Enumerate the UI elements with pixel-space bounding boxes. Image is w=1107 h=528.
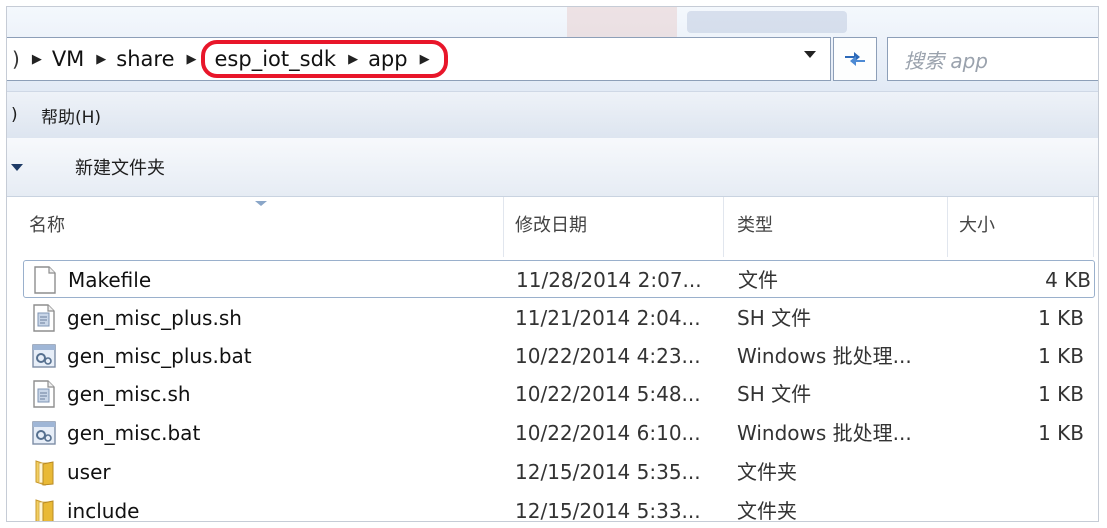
file-size: 1 KB [1038, 306, 1084, 330]
table-row[interactable]: gen_misc.bat 10/22/2014 6:10... Windows … [7, 414, 1098, 452]
folder-icon [35, 499, 54, 521]
file-name: include [67, 499, 140, 522]
menu-overflow: ) [11, 105, 18, 125]
watermark-logo [567, 7, 677, 41]
chevron-right-icon[interactable]: ▶ [420, 52, 430, 67]
file-name: Makefile [68, 268, 152, 292]
header-name[interactable]: 名称 [29, 197, 65, 257]
file-type: 文件夹 [737, 460, 797, 484]
address-bar[interactable]: ) ▶ VM ▶ share ▶ esp_iot_sdk ▶ app ▶ [7, 37, 831, 81]
refresh-icon [845, 52, 865, 66]
table-row[interactable]: gen_misc_plus.sh 11/21/2014 2:04... SH 文… [7, 299, 1098, 337]
chevron-right-icon[interactable]: ▶ [187, 52, 197, 67]
batch-file-icon [32, 421, 56, 445]
file-size: 4 KB [1045, 268, 1091, 292]
file-type: 文件夹 [737, 499, 797, 522]
batch-file-icon [32, 344, 56, 368]
table-row[interactable]: include 12/15/2014 5:33... 文件夹 [7, 492, 1098, 522]
chevron-right-icon[interactable]: ▶ [348, 52, 358, 67]
column-divider[interactable] [1093, 197, 1094, 257]
search-input[interactable]: 搜索 app [887, 37, 1098, 81]
column-divider[interactable] [947, 197, 948, 257]
file-type: SH 文件 [737, 306, 812, 330]
file-date: 10/22/2014 6:10... [515, 421, 701, 445]
header-type[interactable]: 类型 [737, 197, 773, 257]
file-date: 10/22/2014 4:23... [515, 344, 701, 368]
table-row[interactable]: gen_misc.sh 10/22/2014 5:48... SH 文件 1 K… [7, 375, 1098, 413]
refresh-button[interactable] [833, 37, 877, 81]
file-date: 11/21/2014 2:04... [515, 306, 701, 330]
file-date: 10/22/2014 5:48... [515, 382, 701, 406]
file-name: gen_misc.bat [67, 421, 201, 445]
file-name: user [67, 460, 111, 484]
file-date: 12/15/2014 5:33... [515, 499, 701, 522]
table-row[interactable]: Makefile 11/28/2014 2:07... 文件 4 KB [23, 260, 1095, 298]
crumb-vm[interactable]: VM [52, 47, 84, 71]
address-area: ) ▶ VM ▶ share ▶ esp_iot_sdk ▶ app ▶ 搜索 … [7, 7, 1098, 91]
chevron-right-icon[interactable]: ▶ [96, 52, 106, 67]
explorer-window: ) ▶ VM ▶ share ▶ esp_iot_sdk ▶ app ▶ 搜索 … [6, 6, 1099, 522]
organize-dropdown-icon[interactable] [11, 163, 23, 171]
file-size: 1 KB [1038, 421, 1084, 445]
table-row[interactable]: gen_misc_plus.bat 10/22/2014 4:23... Win… [7, 337, 1098, 375]
text-file-icon [33, 304, 55, 332]
column-divider[interactable] [503, 197, 504, 257]
file-name: gen_misc.sh [67, 382, 191, 406]
crumb-app[interactable]: app [368, 47, 408, 71]
file-size: 1 KB [1038, 382, 1084, 406]
column-headers: 名称 修改日期 类型 大小 [7, 197, 1098, 257]
command-toolbar: 新建文件夹 [7, 138, 1098, 197]
highlight-annotation: esp_iot_sdk ▶ app ▶ [200, 40, 448, 78]
new-folder-button[interactable]: 新建文件夹 [75, 154, 165, 180]
history-dropdown-icon[interactable] [804, 51, 816, 58]
folder-icon [35, 460, 54, 486]
sort-indicator-icon [255, 201, 267, 206]
file-date: 11/28/2014 2:07... [516, 268, 702, 292]
file-name: gen_misc_plus.bat [67, 344, 252, 368]
blank-file-icon [34, 266, 56, 294]
table-row[interactable]: user 12/15/2014 5:35... 文件夹 [7, 453, 1098, 491]
file-date: 12/15/2014 5:35... [515, 460, 701, 484]
column-divider[interactable] [723, 197, 724, 257]
text-file-icon [33, 380, 55, 408]
file-name: gen_misc_plus.sh [67, 306, 242, 330]
menu-bar: ) 帮助(H) [7, 91, 1098, 139]
file-type: Windows 批处理... [737, 344, 912, 368]
chevron-right-icon[interactable]: ▶ [32, 52, 42, 67]
file-type: SH 文件 [737, 382, 812, 406]
file-type: 文件 [738, 268, 778, 292]
crumb-share[interactable]: share [116, 47, 174, 71]
header-date[interactable]: 修改日期 [515, 197, 587, 257]
crumb-esp-iot-sdk[interactable]: esp_iot_sdk [215, 47, 337, 71]
header-size[interactable]: 大小 [959, 197, 995, 257]
menu-item-help[interactable]: 帮助(H) [41, 103, 101, 128]
crumb-overflow: ) [12, 47, 20, 71]
file-size: 1 KB [1038, 344, 1084, 368]
watermark-text [687, 11, 847, 33]
file-type: Windows 批处理... [737, 421, 912, 445]
